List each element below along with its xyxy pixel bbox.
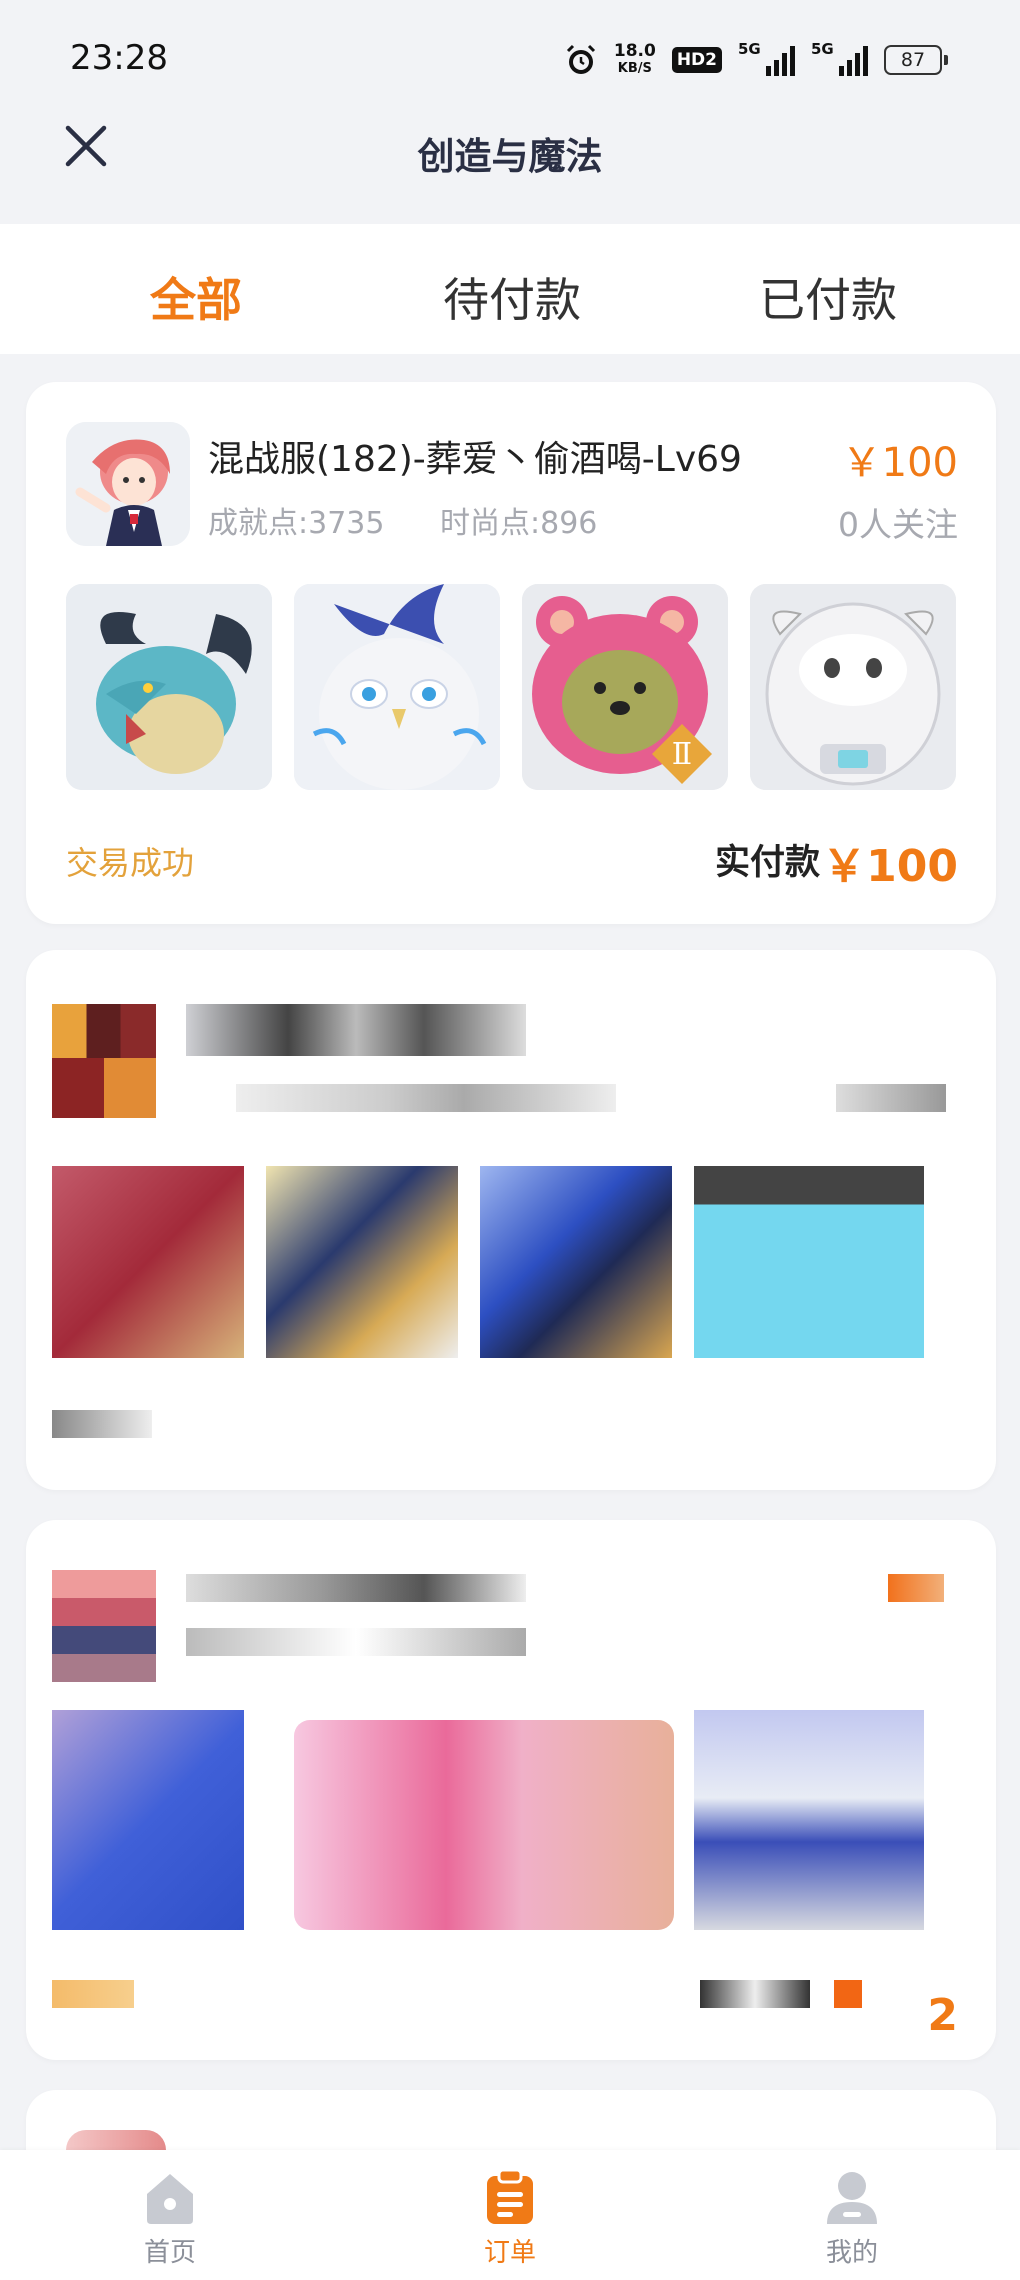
signal-label-1: 5G xyxy=(738,40,761,58)
nav-profile[interactable]: 我的 xyxy=(792,2168,912,2269)
achievement-points: 成就点:3735 xyxy=(208,506,385,541)
network-speed: 18.0 KB/S xyxy=(614,43,656,77)
order-title: 混战服(182)-葬爱丶偷酒喝-Lv69 xyxy=(208,439,742,480)
blurred-meta xyxy=(236,1084,616,1112)
network-speed-value: 18.0 xyxy=(613,41,656,61)
svg-text:Ⅱ: Ⅱ xyxy=(672,737,692,772)
paid-label: 实付款 xyxy=(714,843,820,883)
order-card[interactable]: 混战服(182)-葬爱丶偷酒喝-Lv69 ￥100 成就点:3735 时尚点:8… xyxy=(26,382,996,924)
cow-astronaut-pet-image xyxy=(750,584,956,790)
blurred-price xyxy=(888,1574,944,1602)
avatar xyxy=(66,422,190,546)
blurred-follow xyxy=(836,1084,946,1112)
blurred-title xyxy=(186,1004,526,1056)
nav-orders[interactable]: 订单 xyxy=(450,2168,570,2269)
page-title: 创造与魔法 xyxy=(417,135,603,178)
order-card-blurred[interactable]: 2 xyxy=(26,1520,996,2060)
battery-level: 87 xyxy=(884,45,942,75)
blurred-status xyxy=(52,1980,134,2008)
tab-paid[interactable]: 已付款 xyxy=(759,264,897,330)
blurred-title xyxy=(186,1574,526,1602)
blurred-thumb xyxy=(266,1166,458,1358)
blurred-thumb xyxy=(294,1720,674,1930)
blurred-thumb xyxy=(694,1166,924,1358)
follower-count: 0人关注 xyxy=(838,505,958,544)
order-icon xyxy=(487,2168,533,2224)
blurred-meta xyxy=(186,1628,526,1656)
nav-home-label: 首页 xyxy=(143,2238,196,2268)
blurred-avatar xyxy=(52,1570,156,1682)
tab-pending-payment[interactable]: 待付款 xyxy=(443,264,581,330)
signal-icon-1: 5G xyxy=(738,40,795,76)
paid-amount: ￥100 xyxy=(822,841,958,892)
blurred-paid-label xyxy=(700,1980,810,2008)
dragon-mount-image xyxy=(66,584,272,790)
blurred-status xyxy=(52,1410,152,1438)
nav-profile-label: 我的 xyxy=(825,2238,878,2268)
status-icons: 18.0 KB/S HD2 5G 5G 87 xyxy=(564,40,948,80)
pink-bear-pet-image: Ⅱ xyxy=(522,584,728,790)
blurred-thumb xyxy=(694,1710,924,1930)
network-speed-unit: KB/S xyxy=(617,61,652,76)
signal-icon-2: 5G xyxy=(811,40,868,76)
blurred-paid-amount: 2 xyxy=(927,1990,958,2041)
nav-home[interactable]: 首页 xyxy=(110,2168,230,2269)
signal-label-2: 5G xyxy=(811,40,834,58)
status-time: 23:28 xyxy=(70,38,168,78)
item-thumbnails: Ⅱ xyxy=(66,584,956,790)
white-owl-mount-image xyxy=(294,584,500,790)
blurred-thumb xyxy=(52,1710,244,1930)
nav-orders-label: 订单 xyxy=(483,2238,536,2268)
tab-bar: 全部 待付款 已付款 xyxy=(0,224,1020,354)
battery-icon: 87 xyxy=(884,45,948,75)
home-icon xyxy=(147,2174,193,2224)
blurred-currency xyxy=(834,1980,862,2008)
fashion-points: 时尚点:896 xyxy=(440,506,598,541)
blurred-thumb xyxy=(480,1166,672,1358)
order-price: ￥100 xyxy=(841,440,958,486)
order-status: 交易成功 xyxy=(66,844,195,882)
blurred-avatar-lower xyxy=(52,1058,156,1118)
blurred-thumb xyxy=(52,1166,244,1358)
tab-all[interactable]: 全部 xyxy=(150,264,242,330)
alarm-icon xyxy=(566,44,595,74)
profile-icon xyxy=(827,2172,877,2224)
hd-badge: HD2 xyxy=(671,47,722,73)
order-card-blurred[interactable] xyxy=(26,950,996,1490)
bottom-nav: 首页 订单 我的 xyxy=(0,2150,1020,2280)
status-bar: 23:28 18.0 KB/S HD2 5G 5G 87 xyxy=(0,0,1020,118)
